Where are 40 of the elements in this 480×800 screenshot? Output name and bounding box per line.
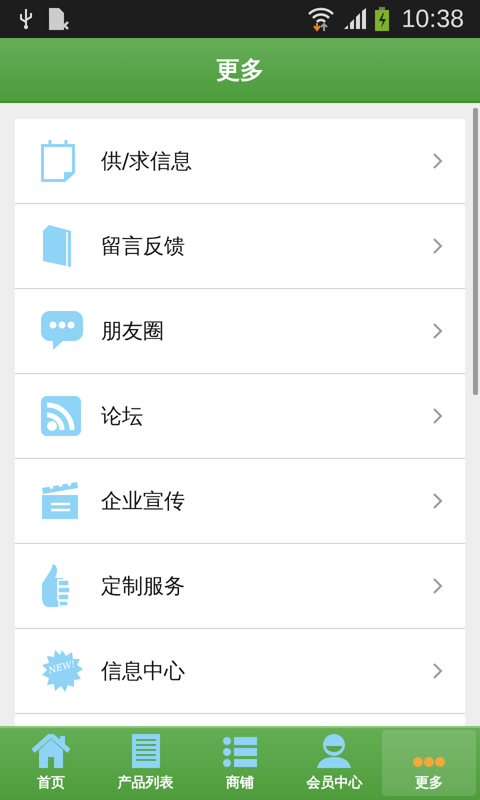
chevron-right-icon	[433, 663, 443, 679]
chevron-right-icon	[433, 493, 443, 509]
menu-item[interactable]: 企业宣传	[15, 459, 465, 544]
chat-bubble-icon	[41, 311, 83, 351]
list-icon	[223, 736, 258, 768]
clock-time: 10:38	[401, 4, 464, 34]
signal-icon	[343, 8, 368, 30]
chevron-right-icon	[433, 323, 443, 339]
chevron-right-icon	[433, 408, 443, 424]
menu-item[interactable]: 朋友圈	[15, 289, 465, 374]
new-badge-icon: NEW!	[41, 650, 83, 692]
battery-icon	[375, 7, 390, 31]
calendar-icon	[41, 140, 75, 182]
home-icon	[32, 734, 70, 768]
book-icon	[41, 224, 73, 268]
menu-item-label: 信息中心	[101, 658, 186, 685]
menu-item[interactable]: 论坛	[15, 374, 465, 459]
menu-item-label: 留言反馈	[101, 233, 186, 260]
usb-icon	[18, 8, 34, 30]
rss-icon	[41, 396, 81, 436]
chevron-right-icon	[433, 578, 443, 594]
menu-item-label: 朋友圈	[101, 318, 165, 345]
menu-item-label: 企业宣传	[101, 488, 186, 515]
menu-item-label: 论坛	[101, 403, 144, 430]
document-icon	[132, 734, 160, 768]
chevron-right-icon	[433, 153, 443, 169]
clapperboard-icon	[41, 482, 79, 520]
menu-item-label: 定制服务	[101, 573, 186, 600]
sim-card-icon	[48, 7, 70, 31]
menu-item[interactable]: 留言反馈	[15, 204, 465, 289]
menu-item[interactable]: 供/求信息	[15, 119, 465, 204]
more-icon	[412, 756, 446, 768]
menu-item[interactable]: NEW! 信息中心	[15, 629, 465, 714]
chevron-right-icon	[433, 238, 443, 254]
menu-item[interactable]: 定制服务	[15, 544, 465, 629]
page-title: 更多	[216, 54, 264, 86]
user-icon	[317, 734, 352, 768]
menu-item-label: 供/求信息	[101, 148, 194, 175]
thumbs-up-icon	[41, 564, 71, 608]
wifi-icon	[307, 6, 336, 32]
